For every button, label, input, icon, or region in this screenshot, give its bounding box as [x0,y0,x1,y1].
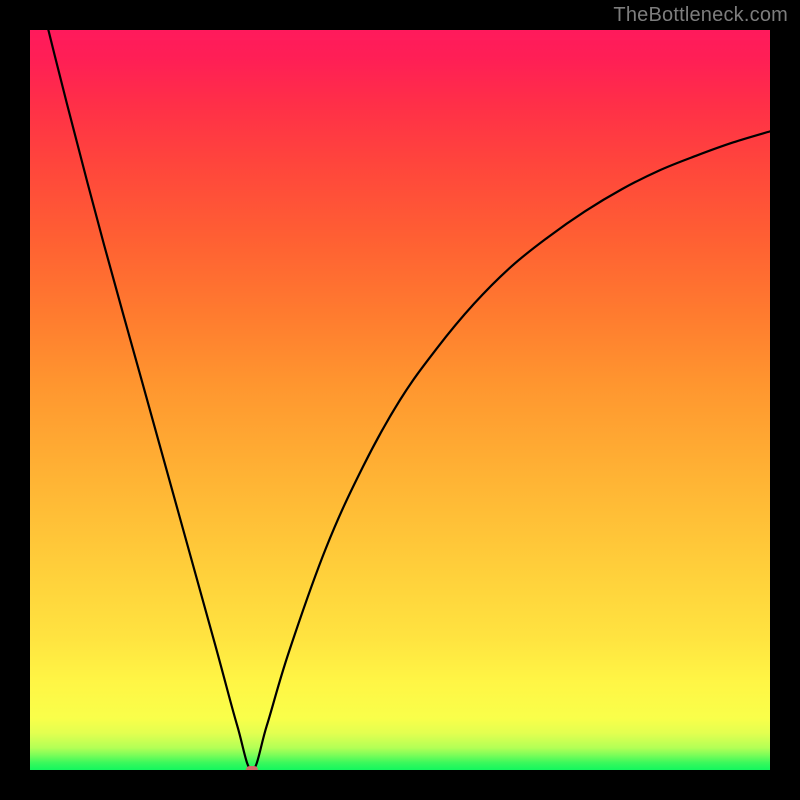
chart-frame: TheBottleneck.com [0,0,800,800]
plot-area [30,30,770,770]
watermark-text: TheBottleneck.com [613,4,788,27]
background-gradient [30,30,770,770]
minimum-dot [246,766,258,770]
